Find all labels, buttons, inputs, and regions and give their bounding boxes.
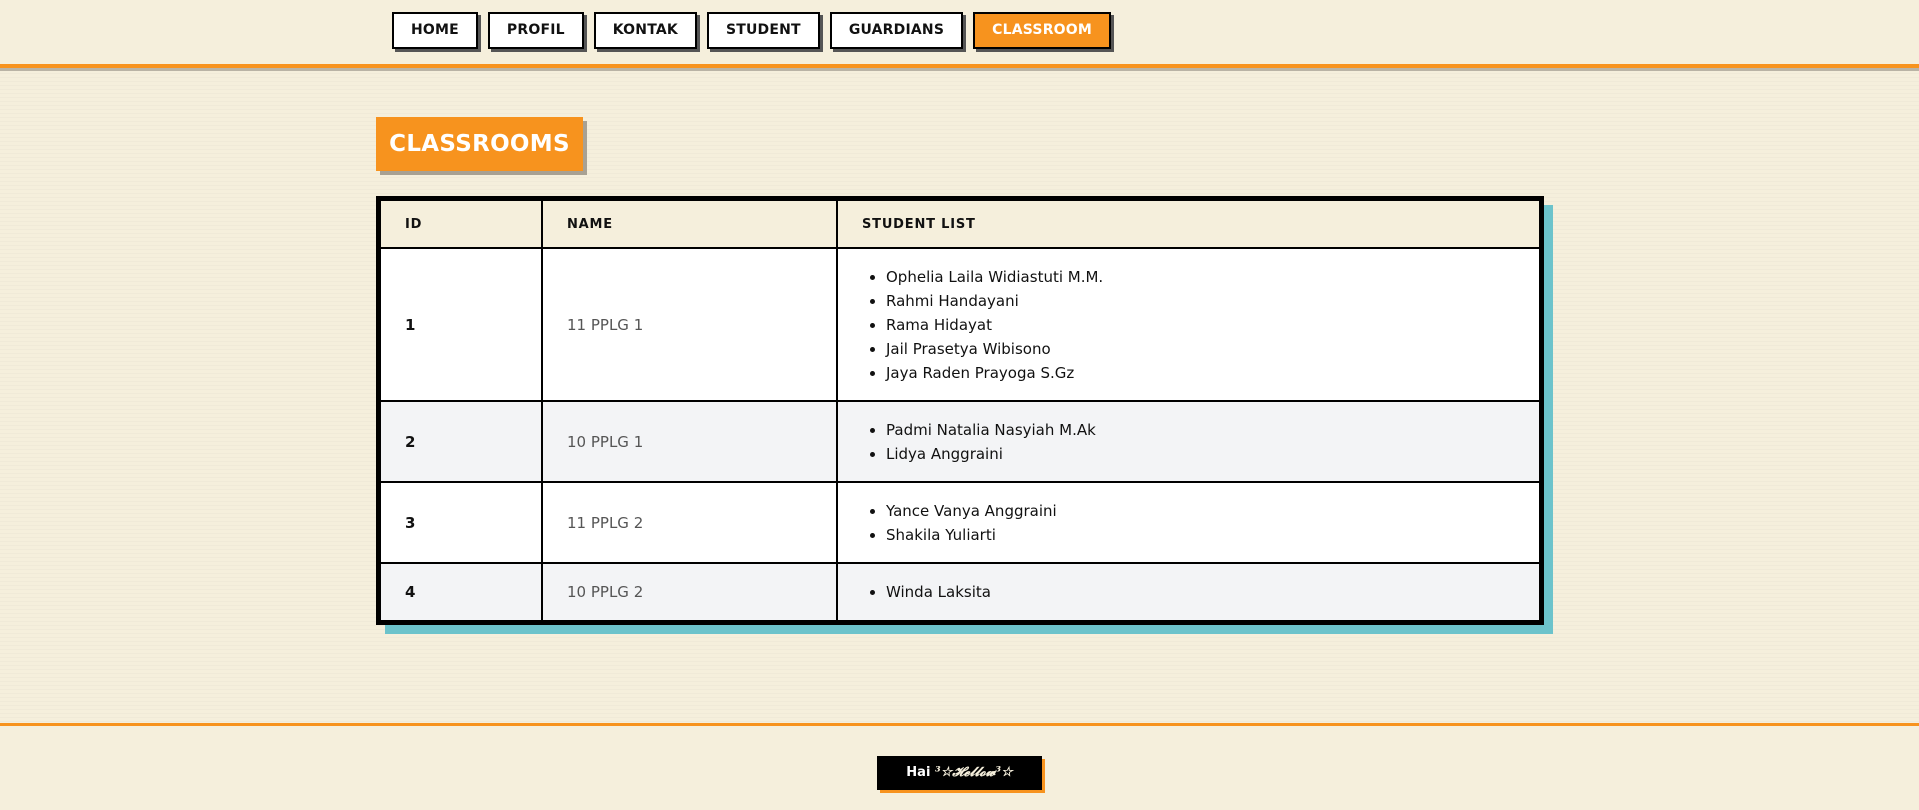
student-list-cell: Yance Vanya Anggraini Shakila Yuliarti xyxy=(836,481,1539,564)
student-list-cell: Padmi Natalia Nasyiah M.Ak Lidya Anggrai… xyxy=(836,400,1539,483)
classroom-name: 11 PPLG 1 xyxy=(541,247,838,402)
classroom-name: 10 PPLG 1 xyxy=(541,400,838,483)
classroom-id: 2 xyxy=(381,400,543,483)
student-list: Padmi Natalia Nasyiah M.Ak Lidya Anggrai… xyxy=(862,418,1515,466)
table-row: 4 10 PPLG 2 Winda Laksita xyxy=(381,562,1539,620)
student-list: Winda Laksita xyxy=(862,580,1515,604)
column-header-student-list: STUDENT LIST xyxy=(836,201,1539,249)
student-list-item: Padmi Natalia Nasyiah M.Ak xyxy=(886,418,1515,442)
page-footer: Hai ³☆𝓗𝓮𝓵𝓵𝓸𝔀³☆ xyxy=(0,723,1919,810)
student-list-item: Ophelia Laila Widiastuti M.M. xyxy=(886,265,1515,289)
student-list-item: Yance Vanya Anggraini xyxy=(886,499,1515,523)
student-list-item: Rama Hidayat xyxy=(886,313,1515,337)
footer-fancy-text: ³☆𝓗𝓮𝓵𝓵𝓸𝔀³☆ xyxy=(934,765,1013,780)
classroom-name: 11 PPLG 2 xyxy=(541,481,838,564)
nav-home-button[interactable]: HOME xyxy=(392,12,478,49)
classroom-table: ID NAME STUDENT LIST 1 11 PPLG 1 Ophelia… xyxy=(381,201,1539,620)
column-header-id: ID xyxy=(381,201,543,249)
column-header-name: NAME xyxy=(541,201,838,249)
student-list-cell: Winda Laksita xyxy=(836,562,1539,620)
nav-kontak-button[interactable]: KONTAK xyxy=(593,12,697,49)
student-list-item: Winda Laksita xyxy=(886,580,1515,604)
nav-classroom-button[interactable]: CLASSROOM xyxy=(973,12,1112,49)
nav-guardians-button[interactable]: GUARDIANS xyxy=(829,12,964,49)
student-list-cell: Ophelia Laila Widiastuti M.M. Rahmi Hand… xyxy=(836,247,1539,402)
student-list: Yance Vanya Anggraini Shakila Yuliarti xyxy=(862,499,1515,547)
classroom-name: 10 PPLG 2 xyxy=(541,562,838,620)
classroom-table-container: ID NAME STUDENT LIST 1 11 PPLG 1 Ophelia… xyxy=(376,196,1544,625)
student-list-item: Shakila Yuliarti xyxy=(886,523,1515,547)
nav-student-button[interactable]: STUDENT xyxy=(706,12,820,49)
student-list: Ophelia Laila Widiastuti M.M. Rahmi Hand… xyxy=(862,265,1515,385)
student-list-item: Lidya Anggraini xyxy=(886,442,1515,466)
classroom-id: 1 xyxy=(381,247,543,402)
table-header-row: ID NAME STUDENT LIST xyxy=(381,201,1539,249)
student-list-item: Jaya Raden Prayoga S.Gz xyxy=(886,361,1515,385)
footer-badge: Hai ³☆𝓗𝓮𝓵𝓵𝓸𝔀³☆ xyxy=(877,756,1042,790)
table-row: 2 10 PPLG 1 Padmi Natalia Nasyiah M.Ak L… xyxy=(381,400,1539,483)
page-title: CLASSROOMS xyxy=(376,117,583,171)
classroom-id: 3 xyxy=(381,481,543,564)
top-navbar: HOME PROFIL KONTAK STUDENT GUARDIANS CLA… xyxy=(0,0,1919,68)
student-list-item: Rahmi Handayani xyxy=(886,289,1515,313)
table-row: 1 11 PPLG 1 Ophelia Laila Widiastuti M.M… xyxy=(381,247,1539,402)
table-row: 3 11 PPLG 2 Yance Vanya Anggraini Shakil… xyxy=(381,481,1539,564)
nav-profil-button[interactable]: PROFIL xyxy=(487,12,584,49)
main-nav: HOME PROFIL KONTAK STUDENT GUARDIANS CLA… xyxy=(392,12,1112,49)
footer-greeting: Hai xyxy=(906,765,931,780)
student-list-item: Jail Prasetya Wibisono xyxy=(886,337,1515,361)
classroom-id: 4 xyxy=(381,562,543,620)
